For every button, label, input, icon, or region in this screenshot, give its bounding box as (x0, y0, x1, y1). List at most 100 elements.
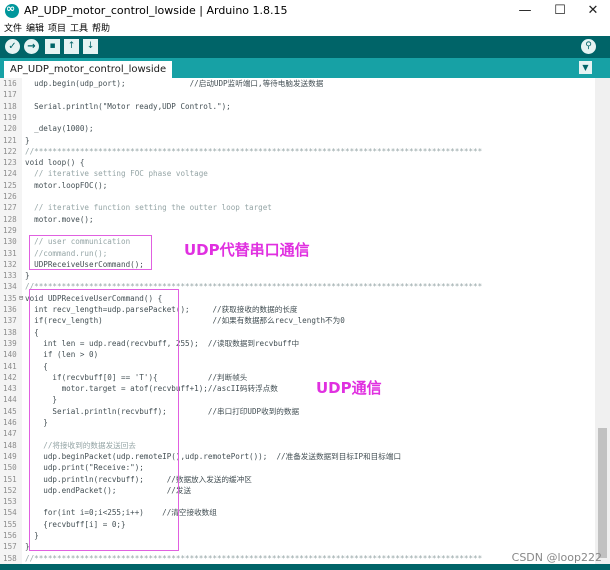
line-number: 123 (3, 158, 17, 168)
save-sketch-icon[interactable]: ↓ (83, 39, 98, 54)
line-number: 137 (3, 316, 17, 326)
new-sketch-icon[interactable]: ▪ (45, 39, 60, 54)
code-line: 124 // iterative setting FOC phase volta… (0, 168, 595, 179)
line-number: 127 (3, 203, 17, 213)
window-titlebar: AP_UDP_motor_control_lowside | Arduino 1… (0, 0, 610, 22)
watermark: CSDN @loop222 (511, 551, 602, 564)
line-number: 154 (3, 508, 17, 518)
line-number: 117 (3, 90, 17, 100)
code-line: 116 udp.begin(udp_port); //启动UDP监听端口,等待电… (0, 78, 595, 89)
line-number: 143 (3, 384, 17, 394)
line-number: 141 (3, 361, 17, 371)
menu-file[interactable]: 文件 (4, 22, 22, 36)
code-line: 119 (0, 112, 595, 123)
line-number: 136 (3, 305, 17, 314)
line-number: 153 (3, 497, 17, 507)
line-number: 131 (3, 248, 17, 258)
code-text: //**************************************… (25, 553, 483, 563)
tab-sketch[interactable]: AP_UDP_motor_control_lowside (4, 61, 173, 78)
menu-tools[interactable]: 工具 (70, 22, 88, 36)
minimize-button[interactable]: — (508, 0, 542, 22)
code-line: 121} (0, 135, 595, 146)
line-number: 116 (3, 79, 17, 88)
line-number: 120 (3, 124, 17, 134)
toolbar: ✓ → ▪ ↑ ↓ ⚲ (0, 36, 610, 58)
line-number: 139 (3, 338, 17, 348)
code-line: 125 motor.loopFOC(); (0, 180, 595, 191)
code-editor[interactable]: 116 udp.begin(udp_port); //启动UDP监听端口,等待电… (0, 78, 595, 564)
line-number: 152 (3, 485, 17, 495)
line-number: 125 (3, 180, 17, 190)
code-line: 128 motor.move(); (0, 214, 595, 225)
line-number: 126 (3, 192, 17, 201)
code-text: _delay(1000); (25, 124, 94, 134)
annotation-udp-comm: UDP通信 (316, 379, 382, 397)
line-number: 144 (3, 395, 17, 405)
line-number: 134 (3, 282, 17, 292)
code-text: motor.loopFOC(); (25, 180, 108, 190)
code-line: 127 // iterative function setting the ou… (0, 202, 595, 213)
line-number: 124 (3, 169, 17, 179)
tab-bar: AP_UDP_motor_control_lowside ▼ (0, 58, 610, 78)
line-number: 158 (3, 553, 17, 563)
tab-menu-icon[interactable]: ▼ (579, 61, 592, 74)
code-line: 126 (0, 191, 595, 202)
line-number: 121 (3, 135, 17, 145)
line-number: 128 (3, 214, 17, 224)
line-number: 149 (3, 451, 17, 461)
code-text: motor.move(); (25, 214, 94, 224)
menu-edit[interactable]: 编辑 (26, 22, 44, 36)
code-text: udp.begin(udp_port); //启动UDP监听端口,等待电脑发送数… (25, 79, 324, 88)
code-text: void loop() { (25, 158, 85, 168)
scrollbar-thumb[interactable] (598, 428, 607, 558)
code-line: 158 //***********************************… (0, 553, 595, 564)
line-number: 138 (3, 327, 17, 337)
vertical-scrollbar[interactable] (595, 78, 610, 564)
menu-help[interactable]: 帮助 (92, 22, 110, 36)
code-line: 123 void loop() { (0, 157, 595, 168)
line-number: 148 (3, 440, 17, 450)
code-text: // iterative setting FOC phase voltage (25, 169, 208, 179)
annotation-serial-replace: UDP代替串口通信 (184, 241, 310, 259)
code-line: 118 Serial.println("Motor ready,UDP Cont… (0, 101, 595, 112)
code-line: 133} (0, 270, 595, 281)
line-number: 118 (3, 101, 17, 111)
line-number: 147 (3, 429, 17, 439)
line-number: 132 (3, 259, 17, 269)
code-line: 120 _delay(1000); (0, 123, 595, 134)
line-number: 133 (3, 271, 17, 281)
code-line: 117 (0, 89, 595, 100)
line-number: 119 (3, 112, 17, 122)
line-number: 155 (3, 519, 17, 529)
close-button[interactable]: ✕ (576, 0, 610, 22)
line-number: 150 (3, 463, 17, 473)
code-text: // iterative function setting the outter… (25, 203, 272, 213)
line-number: 157 (3, 542, 17, 552)
maximize-button[interactable]: ☐ (543, 0, 577, 22)
line-number: 146 (3, 418, 17, 427)
verify-icon[interactable]: ✓ (5, 39, 20, 54)
status-strip (0, 564, 610, 570)
upload-icon[interactable]: → (24, 39, 39, 54)
highlight-box-loop (29, 235, 152, 270)
code-text: } (25, 271, 30, 281)
highlight-box-udp (29, 289, 179, 551)
line-number: 122 (3, 146, 17, 156)
line-number: 156 (3, 531, 17, 540)
line-number: 140 (3, 350, 17, 360)
menu-sketch[interactable]: 项目 (48, 22, 66, 36)
line-number: 142 (3, 372, 17, 382)
code-text: //**************************************… (25, 146, 483, 156)
line-number: 129 (3, 225, 17, 235)
code-line: 122 //***********************************… (0, 146, 595, 157)
code-text: Serial.println("Motor ready,UDP Control.… (25, 101, 231, 111)
arduino-logo-icon (5, 2, 19, 18)
line-number: 145 (3, 406, 17, 416)
menu-bar: 文件 编辑 项目 工具 帮助 (0, 22, 610, 36)
serial-monitor-icon[interactable]: ⚲ (581, 39, 596, 54)
window-title: AP_UDP_motor_control_lowside | Arduino 1… (24, 4, 288, 17)
line-number: 151 (3, 474, 17, 484)
open-sketch-icon[interactable]: ↑ (64, 39, 79, 54)
line-number: 130 (3, 237, 17, 247)
code-text: } (25, 135, 30, 145)
